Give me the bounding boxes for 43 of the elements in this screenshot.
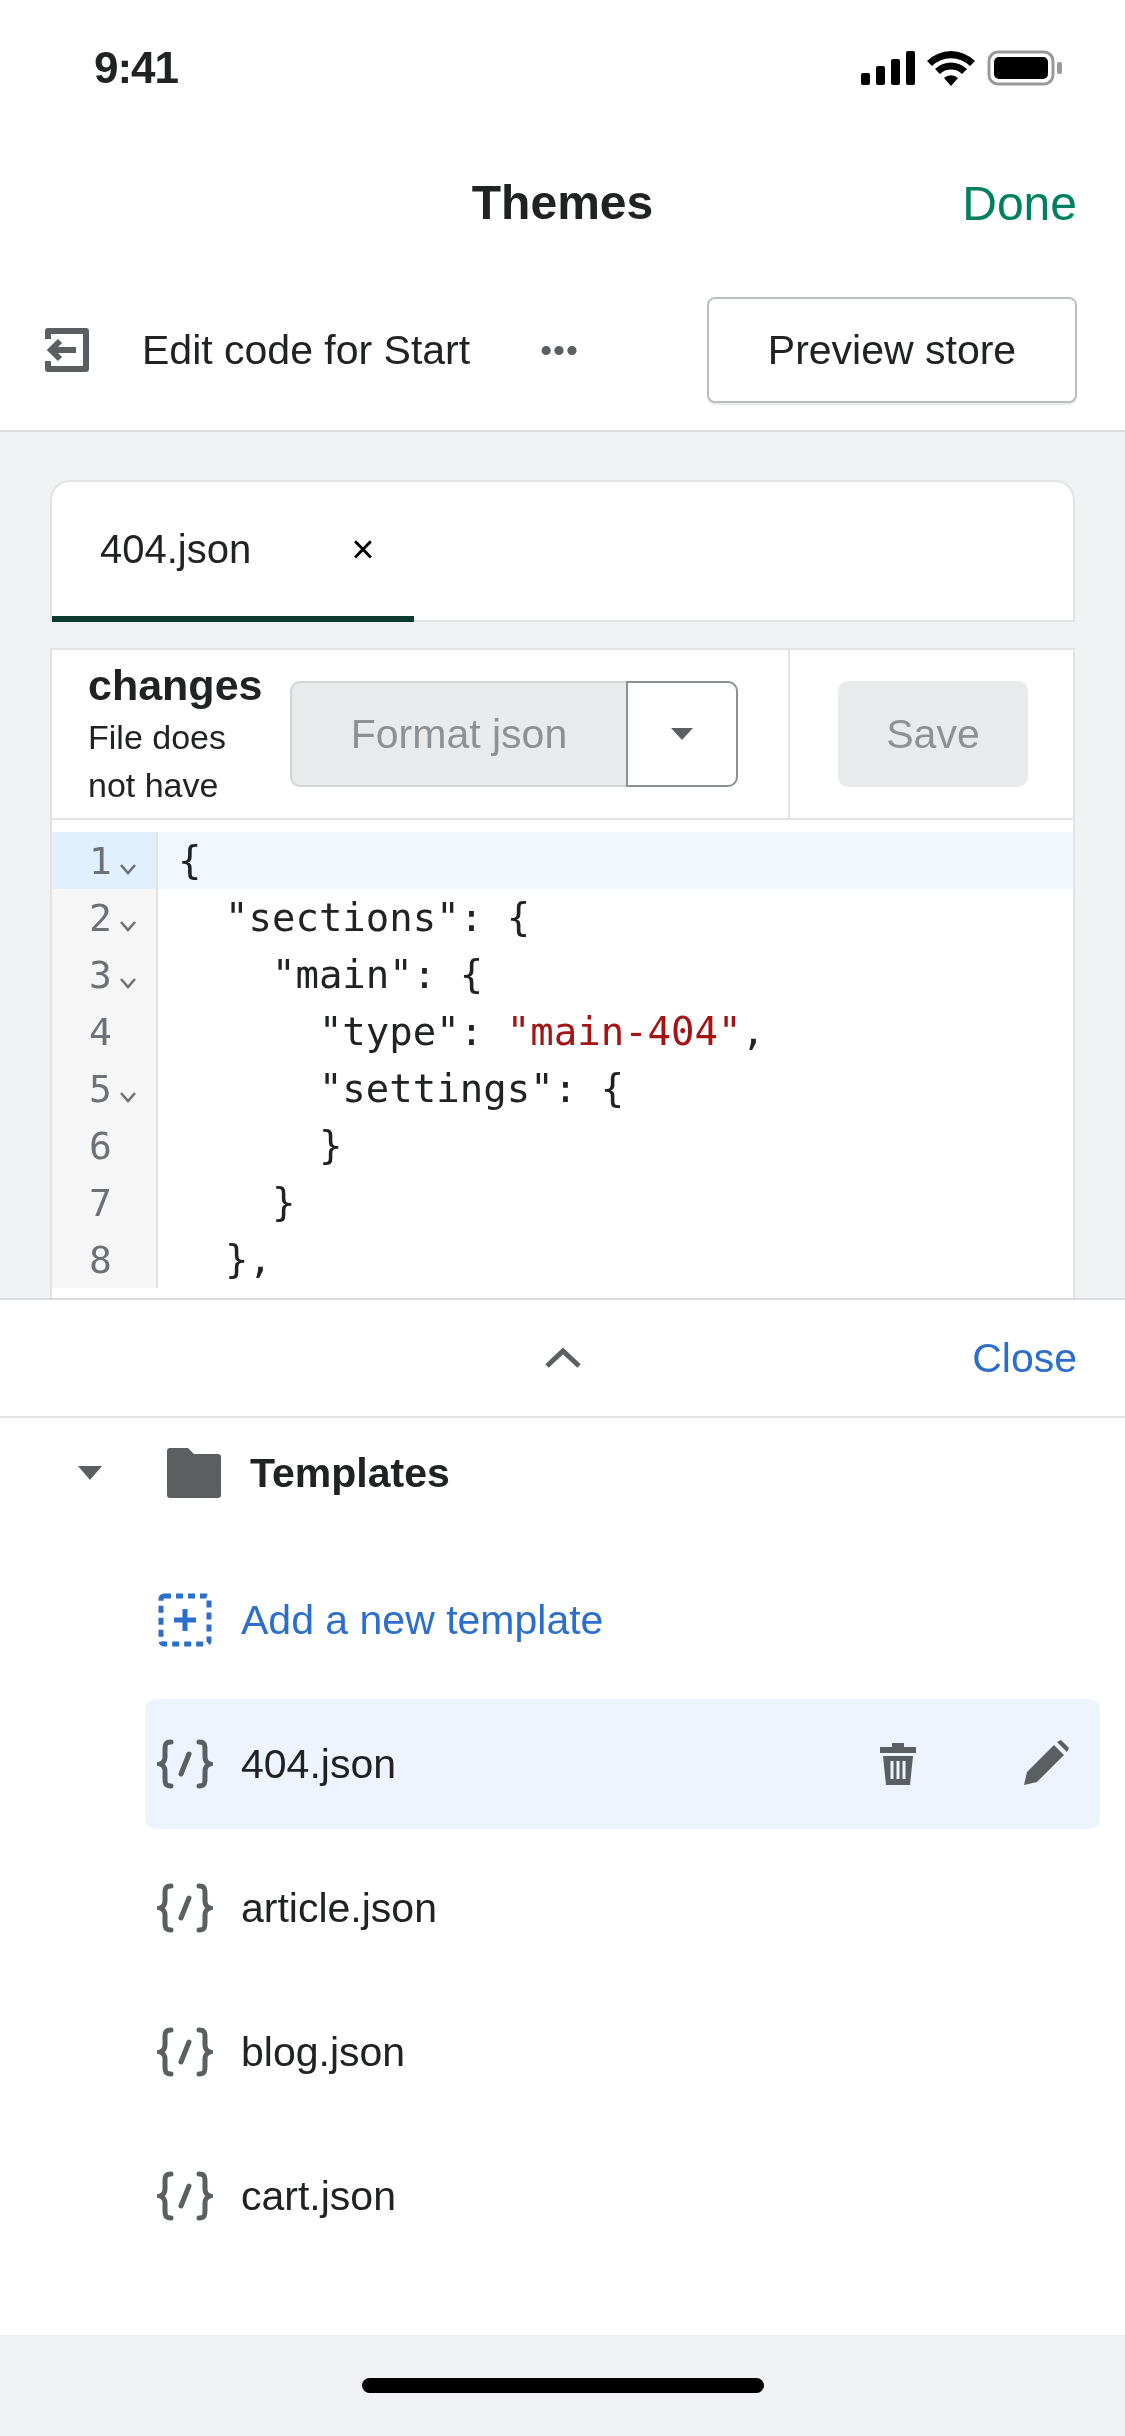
- folder-icon: [166, 1446, 222, 1500]
- code-text: "settings": {: [317, 1066, 625, 1111]
- status-time: 9:41: [94, 42, 179, 93]
- code-text: }: [270, 1180, 296, 1225]
- format-options-button[interactable]: [626, 681, 738, 787]
- close-button[interactable]: Close: [972, 1334, 1077, 1382]
- tab-label: 404.json: [100, 526, 252, 572]
- line-number: 7: [89, 1180, 112, 1225]
- more-button[interactable]: •••: [540, 330, 579, 370]
- folder-item[interactable]: Templates: [0, 1418, 1125, 1528]
- file-item[interactable]: blog.json: [145, 1987, 1100, 2117]
- line-number: 8: [89, 1237, 112, 1282]
- code-text: {: [177, 838, 202, 883]
- done-button[interactable]: Done: [962, 175, 1077, 230]
- status-heading: changes: [88, 660, 264, 712]
- add-template-link[interactable]: Add a new template: [145, 1555, 1100, 1685]
- status-note: File does not have: [88, 717, 227, 806]
- code-text: },: [223, 1237, 272, 1282]
- line-number: 1: [89, 838, 112, 883]
- file-item[interactable]: article.json: [145, 1843, 1100, 1973]
- line-number: 4: [89, 1009, 112, 1054]
- collapse-icon: [76, 1464, 104, 1482]
- line-number: 6: [89, 1123, 112, 1168]
- close-tab-button[interactable]: ×: [351, 526, 375, 572]
- file-item[interactable]: 404.json: [145, 1699, 1100, 1829]
- code-text: "type": "main-404",: [317, 1009, 766, 1054]
- screen-title: Themes: [471, 175, 654, 230]
- folder-label: Templates: [250, 1449, 450, 1497]
- code-text: "sections": {: [223, 895, 531, 940]
- add-file-icon: [157, 1592, 213, 1648]
- page-title: Edit code for Start: [142, 326, 471, 374]
- wifi-icon: [927, 49, 975, 86]
- battery-icon: [987, 49, 1063, 86]
- signal-icon: [861, 50, 915, 85]
- code-text: }: [317, 1123, 343, 1168]
- caret-down-icon: [669, 726, 695, 742]
- line-number: 2: [89, 895, 112, 940]
- line-number: 3: [89, 952, 112, 997]
- line-number: 5: [89, 1066, 112, 1111]
- delete-icon[interactable]: [878, 1741, 918, 1787]
- preview-store-button[interactable]: Preview store: [707, 297, 1077, 403]
- file-item[interactable]: cart.json: [145, 2131, 1100, 2261]
- code-text: "main": {: [270, 952, 484, 997]
